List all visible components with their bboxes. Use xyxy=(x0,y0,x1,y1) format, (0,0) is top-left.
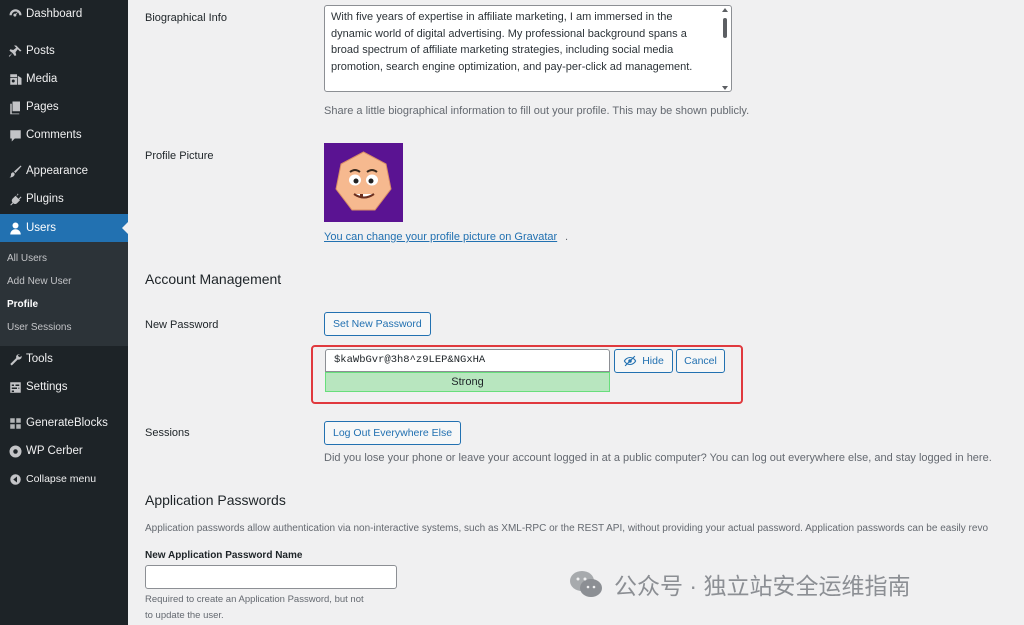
submenu-user-sessions[interactable]: User Sessions xyxy=(7,322,71,333)
dashboard-icon xyxy=(0,7,26,22)
account-management-title: Account Management xyxy=(145,271,282,287)
collapse-icon xyxy=(0,472,26,487)
wechat-icon xyxy=(570,571,602,597)
textarea-scrollbar[interactable] xyxy=(721,8,729,90)
gravatar-period: . xyxy=(565,231,569,243)
menu-dashboard[interactable]: Dashboard xyxy=(0,0,128,28)
app-password-hint-line2: to update the user. xyxy=(145,610,224,621)
menu-users[interactable]: Users xyxy=(0,214,128,242)
admin-sidebar: Dashboard Posts Media Pages Comments App… xyxy=(0,0,128,625)
menu-tools[interactable]: Tools xyxy=(0,345,128,373)
watermark: 公众号 · 独立站安全运维指南 xyxy=(568,567,910,601)
cerber-icon xyxy=(0,444,26,459)
menu-label: Dashboard xyxy=(26,8,83,20)
menu-plugins[interactable]: Plugins xyxy=(0,185,128,213)
comment-icon xyxy=(0,128,26,143)
bio-text: With five years of expertise in affiliat… xyxy=(331,11,693,73)
app-password-name-label: New Application Password Name xyxy=(145,550,303,561)
submenu-all-users[interactable]: All Users xyxy=(7,253,47,264)
set-new-password-button[interactable]: Set New Password xyxy=(324,312,431,336)
brush-icon xyxy=(0,164,26,179)
menu-label: Media xyxy=(26,73,58,85)
menu-label: Appearance xyxy=(26,165,89,177)
menu-wp-cerber[interactable]: WP Cerber xyxy=(0,437,128,465)
sessions-label: Sessions xyxy=(145,427,190,439)
media-icon xyxy=(0,72,26,87)
menu-label: WP Cerber xyxy=(26,445,83,457)
new-password-label: New Password xyxy=(145,319,219,331)
user-icon xyxy=(0,221,26,236)
gravatar-link[interactable]: You can change your profile picture on G… xyxy=(324,231,557,243)
menu-posts[interactable]: Posts xyxy=(0,37,128,65)
submenu-add-new-user[interactable]: Add New User xyxy=(7,276,71,287)
menu-label: Comments xyxy=(26,129,82,141)
gravatar-link-text[interactable]: You can change your profile picture on G… xyxy=(324,231,557,243)
bio-textarea[interactable]: With five years of expertise in affiliat… xyxy=(324,5,732,92)
wrench-icon xyxy=(0,352,26,367)
hide-password-button[interactable]: Hide xyxy=(614,349,673,373)
bio-label: Biographical Info xyxy=(145,12,227,24)
profile-main: Biographical Info With five years of exp… xyxy=(128,0,1024,625)
menu-label: Plugins xyxy=(26,193,64,205)
menu-generateblocks[interactable]: GenerateBlocks xyxy=(0,409,128,437)
cancel-password-button[interactable]: Cancel xyxy=(676,349,725,373)
menu-label: Collapse menu xyxy=(26,473,97,485)
blocks-icon xyxy=(0,416,26,431)
menu-settings[interactable]: Settings xyxy=(0,373,128,401)
pin-icon xyxy=(0,44,26,59)
application-passwords-description: Application passwords allow authenticati… xyxy=(145,523,989,534)
eye-slash-icon xyxy=(623,355,637,367)
log-out-everywhere-button[interactable]: Log Out Everywhere Else xyxy=(324,421,462,445)
menu-label: Posts xyxy=(26,45,55,57)
menu-collapse[interactable]: Collapse menu xyxy=(0,465,128,493)
hide-button-label: Hide xyxy=(642,355,664,367)
menu-comments[interactable]: Comments xyxy=(0,121,128,149)
app-password-hint-line1: Required to create an Application Passwo… xyxy=(145,594,364,605)
menu-label: Tools xyxy=(26,353,53,365)
scroll-up-icon xyxy=(722,8,728,12)
menu-label: Pages xyxy=(26,101,59,113)
menu-media[interactable]: Media xyxy=(0,65,128,93)
password-input[interactable]: $kaWbGvr@3h8^z9LEP&NGxHA xyxy=(325,349,610,372)
watermark-text: 公众号 · 独立站安全运维指南 xyxy=(614,573,911,599)
password-strength-meter: Strong xyxy=(325,372,610,392)
profile-picture-label: Profile Picture xyxy=(145,150,214,162)
settings-icon xyxy=(0,380,26,395)
submenu-profile[interactable]: Profile xyxy=(7,299,38,310)
avatar-face-icon xyxy=(335,151,392,211)
menu-label: Users xyxy=(26,222,57,234)
menu-label: Settings xyxy=(26,381,68,393)
scroll-down-icon xyxy=(722,86,728,90)
scroll-thumb[interactable] xyxy=(723,18,727,38)
app-password-name-input[interactable] xyxy=(145,565,397,589)
pages-icon xyxy=(0,100,26,115)
menu-label: GenerateBlocks xyxy=(26,417,108,429)
bio-description: Share a little biographical information … xyxy=(324,105,750,117)
sessions-description: Did you lose your phone or leave your ac… xyxy=(324,452,992,464)
menu-pages[interactable]: Pages xyxy=(0,93,128,121)
application-passwords-title: Application Passwords xyxy=(145,492,286,508)
users-submenu: All Users Add New User Profile User Sess… xyxy=(0,242,128,346)
plug-icon xyxy=(0,192,26,207)
avatar xyxy=(324,143,403,222)
menu-appearance[interactable]: Appearance xyxy=(0,157,128,185)
